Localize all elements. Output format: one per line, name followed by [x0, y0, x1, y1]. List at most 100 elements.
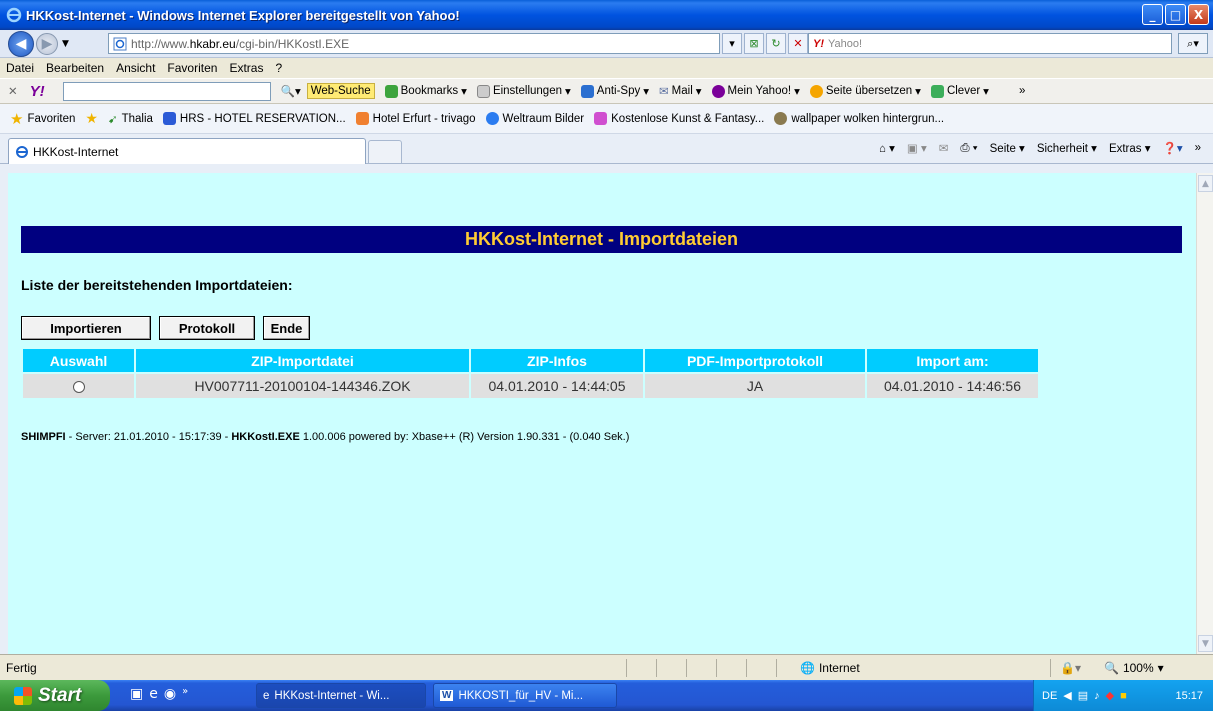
print-icon[interactable]: ⎙ ▾	[960, 142, 977, 155]
search-input[interactable]: Y! Yahoo!	[808, 33, 1172, 54]
back-button[interactable]: ◀	[8, 30, 34, 57]
maximize-button[interactable]: □	[1165, 4, 1186, 25]
favorites-bar: ★ Favoriten ★ ➹ Thalia HRS - HOTEL RESERVA…	[0, 104, 1213, 134]
language-indicator[interactable]: DE	[1042, 690, 1057, 702]
taskbar-item-word[interactable]: W HKKOSTI_für_HV - Mi...	[433, 683, 617, 708]
close-button[interactable]: X	[1188, 4, 1209, 25]
tray-expand-icon[interactable]: ◀	[1063, 689, 1071, 702]
antispy-button[interactable]: Anti-Spy ▾	[580, 84, 649, 98]
bookmarks-label: Bookmarks	[400, 85, 459, 97]
col-header-import-date: Import am:	[865, 347, 1040, 374]
ie-quicklaunch-icon[interactable]: e	[149, 686, 158, 702]
new-tab-button[interactable]	[368, 140, 402, 164]
status-divider	[716, 659, 717, 677]
command-overflow-icon[interactable]: »	[1195, 142, 1201, 154]
pdf-protocol-cell: JA	[643, 372, 867, 400]
close-toolbar-icon[interactable]: ✕	[8, 84, 18, 98]
stop-icon[interactable]: ✕	[788, 33, 808, 54]
protected-mode-icon[interactable]: 🔒▾	[1060, 661, 1081, 675]
favorite-item-wallpaper[interactable]: wallpaper wolken hintergrun...	[774, 112, 944, 125]
taskbar-item-ie[interactable]: e HKKost-Internet - Wi...	[256, 683, 426, 708]
status-divider	[656, 659, 657, 677]
clock[interactable]: 15:17	[1175, 690, 1203, 702]
home-icon[interactable]: ⌂ ▾	[879, 141, 895, 155]
bookmarks-button[interactable]: Bookmarks ▾	[384, 84, 467, 98]
toolbar-overflow-icon[interactable]: »	[1019, 85, 1025, 97]
system-tray: DE ◀ ▤ ♪ ◆ ■ 15:17	[1033, 680, 1213, 711]
tray-app-icon[interactable]: ■	[1120, 690, 1127, 702]
media-icon[interactable]: ◉	[164, 686, 176, 702]
sicherheit-menu[interactable]: Sicherheit ▾	[1037, 141, 1097, 155]
menu-help[interactable]: ?	[275, 61, 282, 75]
menu-bearbeiten[interactable]: Bearbeiten	[46, 61, 104, 75]
protocol-button[interactable]: Protokoll	[159, 316, 255, 340]
status-bar: Fertig 🌐 Internet 🔒▾ 🔍 100% ▾	[0, 654, 1213, 680]
search-magnifier-icon[interactable]: 🔍▾	[281, 84, 301, 98]
extras-menu[interactable]: Extras ▾	[1109, 141, 1151, 155]
kunst-icon	[594, 112, 608, 125]
scroll-down-icon[interactable]: ▼	[1198, 635, 1213, 652]
menu-ansicht[interactable]: Ansicht	[116, 61, 155, 75]
help-icon[interactable]: ❓▾	[1163, 141, 1183, 155]
tab-bar: HKKost-Internet ⌂ ▾ ▣ ▾ ✉ ⎙ ▾ Seite ▾ Si…	[0, 134, 1213, 165]
import-button[interactable]: Importieren	[21, 316, 151, 340]
scroll-up-icon[interactable]: ▲	[1198, 175, 1213, 192]
list-heading: Liste der bereitstehenden Importdateien:	[21, 277, 293, 293]
end-button[interactable]: Ende	[263, 316, 310, 340]
forward-arrow-icon: ▶	[41, 35, 53, 52]
feeds-icon[interactable]: ▣ ▾	[907, 141, 927, 155]
history-dropdown-icon[interactable]: ▼	[62, 39, 69, 49]
search-icon[interactable]: ⌕▾	[1178, 33, 1208, 54]
favorites-button[interactable]: ★ Favoriten	[10, 110, 75, 128]
mail-button[interactable]: ✉ Mail ▾	[659, 84, 702, 98]
table-row: HV007711-20100104-144346.ZOK 04.01.2010 …	[21, 372, 1040, 400]
start-label: Start	[38, 684, 82, 706]
ie-task-icon: e	[263, 689, 270, 702]
favorite-label: Weltraum Bilder	[502, 112, 585, 125]
menu-extras[interactable]: Extras	[229, 61, 263, 75]
start-button[interactable]: Start	[0, 680, 110, 711]
favorite-item-weltraum[interactable]: Weltraum Bilder	[485, 112, 585, 125]
minimize-button[interactable]: _	[1142, 4, 1163, 25]
yahoo-logo-icon[interactable]: Y!	[30, 83, 45, 100]
select-cell	[21, 372, 136, 400]
tab-hkkost[interactable]: HKKost-Internet	[8, 138, 366, 165]
mein-yahoo-button[interactable]: Mein Yahoo! ▾	[711, 84, 800, 98]
address-dropdown-icon[interactable]: ▾	[722, 33, 742, 54]
volume-icon[interactable]: ♪	[1094, 690, 1100, 702]
favorite-item-thalia[interactable]: ➹ Thalia	[108, 112, 153, 126]
translate-button[interactable]: Seite übersetzen ▾	[809, 84, 921, 98]
antivirus-icon[interactable]: ◆	[1106, 689, 1114, 702]
security-zone[interactable]: 🌐 Internet	[800, 661, 860, 675]
settings-button[interactable]: Einstellungen ▾	[476, 84, 571, 98]
add-favorite-icon[interactable]: ★	[85, 110, 98, 127]
web-search-button[interactable]: Web-Suche	[306, 83, 375, 99]
yahoo-search-input[interactable]	[62, 81, 271, 101]
refresh-icon[interactable]: ↻	[766, 33, 786, 54]
mail-icon: ✉	[659, 86, 669, 98]
page-icon	[113, 37, 127, 50]
clever-button[interactable]: Clever ▾	[930, 84, 989, 98]
desktop-icon[interactable]: ▣	[130, 686, 143, 702]
menu-favoriten[interactable]: Favoriten	[167, 61, 217, 75]
forward-button[interactable]: ▶	[36, 32, 58, 55]
vertical-scrollbar[interactable]: ▲ ▼	[1196, 173, 1213, 654]
favorite-item-kunst[interactable]: Kostenlose Kunst & Fantasy...	[594, 112, 764, 125]
address-input[interactable]: http://www. hkabr.eu/cgi-bin/HKKostI.EXE	[108, 33, 720, 54]
network-icon[interactable]: ▤	[1078, 689, 1088, 702]
menu-datei[interactable]: Datei	[6, 61, 34, 75]
mail-read-icon[interactable]: ✉	[939, 141, 949, 155]
mein-yahoo-icon	[711, 84, 725, 98]
favorite-item-trivago[interactable]: Hotel Erfurt - trivago	[355, 112, 476, 125]
favorite-item-hrs[interactable]: HRS - HOTEL RESERVATION...	[162, 112, 346, 125]
server-footer: SHIMPFI - Server: 21.01.2010 - 15:17:39 …	[21, 431, 629, 443]
seite-menu[interactable]: Seite ▾	[990, 141, 1025, 155]
window-title-bar[interactable]: HKKost-Internet - Windows Internet Explo…	[0, 0, 1213, 30]
yahoo-search-logo: Y!	[813, 37, 824, 50]
quicklaunch-overflow-icon[interactable]: »	[182, 686, 188, 702]
settings-label: Einstellungen	[492, 85, 562, 97]
thalia-icon: ➹	[107, 113, 118, 126]
select-radio[interactable]	[72, 381, 85, 394]
zoom-control[interactable]: 🔍 100% ▾	[1104, 661, 1164, 675]
compat-view-icon[interactable]: ⊠	[744, 33, 764, 54]
